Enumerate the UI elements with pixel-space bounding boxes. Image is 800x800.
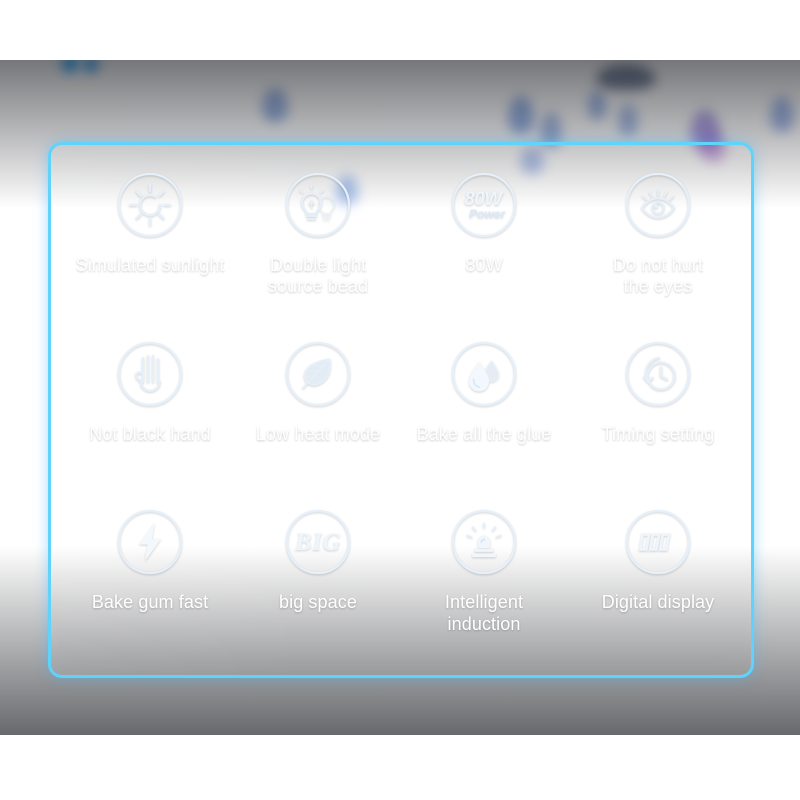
feature-cell-intelligent-induction[interactable]: Intelligent induction bbox=[399, 500, 569, 669]
leaf-icon bbox=[284, 340, 352, 408]
feature-label: Digital display bbox=[601, 592, 715, 613]
feature-cell-simulated-sunlight[interactable]: Simulated sunlight bbox=[65, 163, 235, 332]
water-drops-icon bbox=[450, 340, 518, 408]
jellyfish-blob bbox=[770, 96, 794, 132]
power-80w-icon: 80W Power bbox=[450, 171, 518, 239]
feature-cell-timing-setting[interactable]: Timing setting bbox=[573, 332, 743, 501]
sun-icon bbox=[116, 171, 184, 239]
jellyfish-blob bbox=[596, 64, 656, 90]
feature-cell-digital-display[interactable]: Digital display bbox=[573, 500, 743, 669]
digital-000-icon bbox=[624, 508, 692, 576]
feature-label: Intelligent induction bbox=[444, 592, 524, 634]
feature-label: Timing setting bbox=[601, 423, 715, 444]
jellyfish-blob bbox=[588, 90, 606, 120]
feature-label: Do not hurt the eyes bbox=[612, 255, 704, 297]
big-text-icon: BIG bbox=[284, 508, 352, 576]
feature-label: Simulated sunlight bbox=[75, 255, 225, 275]
svg-text:Power: Power bbox=[469, 207, 506, 221]
feature-label: Bake gum fast bbox=[91, 592, 209, 613]
feature-panel: Simulated sunlight Double light source b… bbox=[48, 142, 754, 678]
feature-cell-eye-safe[interactable]: Do not hurt the eyes bbox=[573, 163, 743, 332]
feature-label: Double light source bead bbox=[267, 255, 369, 297]
jellyfish-blob bbox=[262, 88, 288, 122]
feature-label: Low heat mode bbox=[255, 423, 381, 444]
jellyfish-blob bbox=[508, 96, 534, 134]
siren-icon bbox=[450, 508, 518, 576]
jellyfish-blob bbox=[62, 60, 78, 72]
feature-label: 80W bbox=[465, 255, 503, 275]
jellyfish-blob bbox=[618, 104, 638, 136]
feature-cell-bake-gum-fast[interactable]: Bake gum fast bbox=[65, 500, 235, 669]
screenshot-stage: Simulated sunlight Double light source b… bbox=[0, 0, 800, 800]
feature-grid: Simulated sunlight Double light source b… bbox=[51, 145, 751, 675]
feature-label: big space bbox=[279, 592, 357, 613]
double-bulb-icon bbox=[284, 171, 352, 239]
jellyfish-blob bbox=[84, 60, 98, 72]
clock-arrow-icon bbox=[624, 340, 692, 408]
feature-cell-low-heat-mode[interactable]: Low heat mode bbox=[233, 332, 403, 501]
feature-label: Not black hand bbox=[89, 423, 211, 444]
feature-label: Bake all the glue bbox=[416, 423, 552, 444]
feature-cell-power-80w[interactable]: 80W Power 80W bbox=[399, 163, 569, 332]
feature-cell-double-light-source[interactable]: Double light source bead bbox=[233, 163, 403, 332]
feature-cell-big-space[interactable]: BIG big space bbox=[233, 500, 403, 669]
feature-cell-not-black-hand[interactable]: Not black hand bbox=[65, 332, 235, 501]
feature-cell-bake-all-glue[interactable]: Bake all the glue bbox=[399, 332, 569, 501]
svg-text:BIG: BIG bbox=[294, 529, 341, 556]
lightning-bolt-icon bbox=[116, 508, 184, 576]
hand-icon bbox=[116, 340, 184, 408]
eye-icon bbox=[624, 171, 692, 239]
